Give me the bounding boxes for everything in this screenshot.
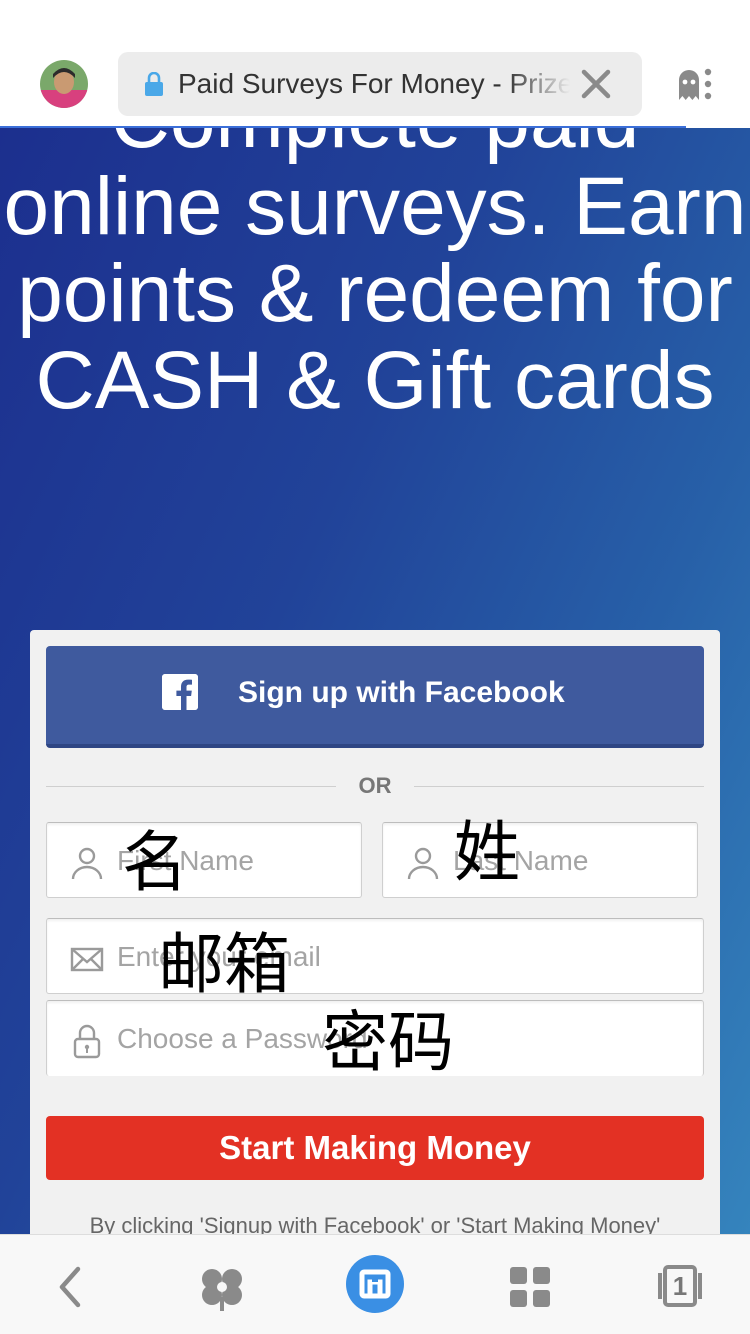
- last-name-field[interactable]: Last Name: [382, 822, 698, 898]
- password-placeholder: Choose a Password: [117, 1023, 368, 1054]
- start-making-money-button[interactable]: Start Making Money: [46, 1116, 704, 1180]
- address-bar[interactable]: Paid Surveys For Money - Prize Rebel: [118, 52, 642, 116]
- tab-count: 1: [672, 1271, 688, 1301]
- facebook-signup-label: Sign up with Facebook: [238, 676, 565, 709]
- browser-bottom-bar: 1: [0, 1234, 750, 1334]
- lock-icon: [145, 72, 163, 96]
- start-making-money-label: Start Making Money: [219, 1129, 531, 1166]
- divider-line-right: [414, 786, 704, 787]
- password-field[interactable]: Choose a Password: [46, 1000, 704, 1076]
- home-button[interactable]: [346, 1255, 404, 1313]
- padlock-icon: [73, 1024, 101, 1059]
- envelope-icon: [70, 947, 104, 972]
- person-icon: [71, 847, 103, 880]
- signup-card: Sign up with Facebook OR First Name Last…: [30, 630, 720, 1234]
- or-divider: OR: [46, 768, 704, 804]
- avatar-image: [40, 60, 88, 108]
- back-icon[interactable]: [44, 1259, 100, 1315]
- page-title: Paid Surveys For Money - Prize Rebel: [178, 68, 570, 99]
- first-name-placeholder: First Name: [117, 845, 254, 876]
- close-icon[interactable]: [578, 66, 614, 102]
- facebook-icon: [162, 674, 198, 710]
- hero-section: Complete paid online surveys. Earn point…: [0, 128, 750, 1234]
- apps-grid-icon[interactable]: [502, 1259, 558, 1315]
- legal-text: By clicking 'Signup with Facebook' or 'S…: [89, 1213, 661, 1234]
- person-icon: [407, 847, 439, 880]
- home-icon: [359, 1269, 391, 1299]
- first-name-field[interactable]: First Name: [46, 822, 362, 898]
- last-name-placeholder: Last Name: [453, 845, 589, 876]
- email-placeholder: Enter your email: [117, 941, 321, 972]
- browser-top-bar: Paid Surveys For Money - Prize Rebel: [0, 0, 750, 129]
- email-field[interactable]: Enter your email: [46, 918, 704, 994]
- user-avatar[interactable]: [40, 60, 88, 108]
- clover-icon[interactable]: [194, 1259, 250, 1315]
- ghost-menu-icon[interactable]: [676, 66, 714, 102]
- facebook-signup-button[interactable]: Sign up with Facebook: [46, 646, 704, 748]
- tabs-button[interactable]: 1: [656, 1259, 704, 1315]
- hero-headline: Complete paid online surveys. Earn point…: [3, 128, 747, 426]
